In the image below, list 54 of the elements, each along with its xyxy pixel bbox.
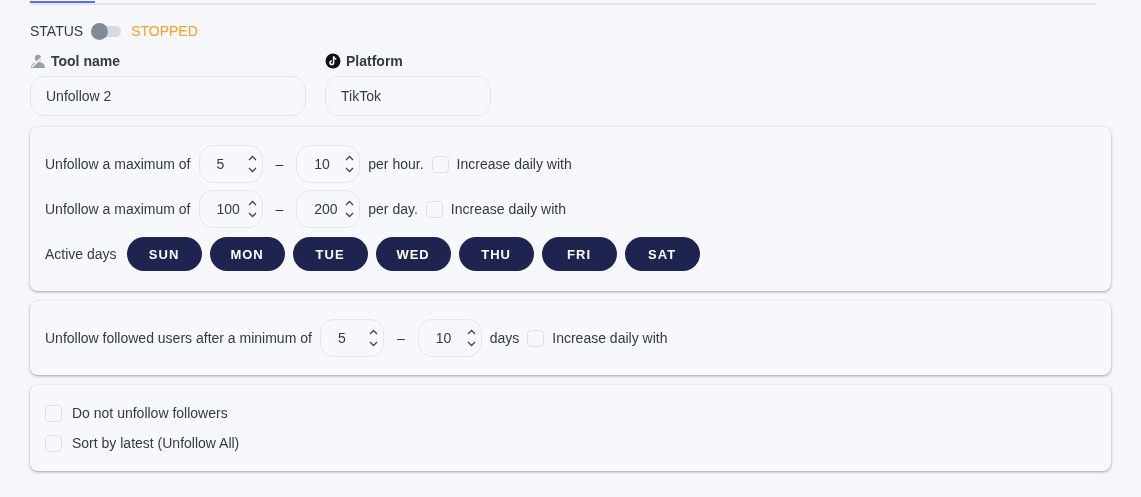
chevron-down-icon xyxy=(345,212,355,218)
number-field[interactable]: 200 xyxy=(296,190,361,228)
row-label: Unfollow a maximum of xyxy=(45,201,191,217)
field-label: Platform xyxy=(346,53,403,69)
text-field[interactable]: TikTok xyxy=(325,76,491,116)
row-label: Unfollow followed users after a minimum of xyxy=(45,330,312,346)
number-field[interactable]: 5 xyxy=(198,145,263,183)
tab-indicator xyxy=(30,1,95,3)
number-field[interactable]: 5 xyxy=(319,319,384,357)
day-toggle[interactable]: SAT xyxy=(624,237,700,271)
checkbox-label: Increase daily with xyxy=(552,330,668,346)
day-toggle[interactable]: WED xyxy=(375,237,451,271)
day-toggle[interactable]: FRI xyxy=(541,237,617,271)
day-toggle[interactable]: THU xyxy=(458,237,534,271)
checkbox-label: Do not unfollow followers xyxy=(72,405,228,421)
row-label: Unfollow a maximum of xyxy=(45,156,191,172)
number-field[interactable]: 10 xyxy=(296,145,361,183)
chevron-up-icon xyxy=(466,329,476,335)
checkbox[interactable] xyxy=(431,155,449,173)
unit-label: per hour. xyxy=(368,156,424,172)
status-text: STOPPED xyxy=(131,23,198,39)
checkbox[interactable] xyxy=(527,329,545,347)
chevron-down-icon xyxy=(247,212,257,218)
checkbox[interactable] xyxy=(45,434,62,452)
checkbox[interactable] xyxy=(425,200,443,218)
row-label: Active days xyxy=(45,246,117,262)
chevron-down-icon xyxy=(345,167,355,173)
chevron-up-icon xyxy=(345,200,355,206)
unit-label: days xyxy=(489,330,520,346)
day-toggle[interactable]: MON xyxy=(209,237,285,271)
checkbox-label: Increase daily with xyxy=(450,201,566,217)
music-note-icon xyxy=(325,53,341,69)
chevron-up-icon xyxy=(247,200,257,206)
checkbox-label: Increase daily with xyxy=(456,156,572,172)
number-field[interactable]: 10 xyxy=(417,319,482,357)
day-toggle[interactable]: SUN xyxy=(126,237,202,271)
chevron-up-icon xyxy=(368,329,378,335)
range-separator: – xyxy=(396,330,405,346)
range-separator: – xyxy=(275,201,284,217)
range-separator: – xyxy=(275,156,284,172)
checkbox-label: Sort by latest (Unfollow All) xyxy=(72,435,240,451)
status-label: STATUS xyxy=(30,23,84,39)
text-field[interactable]: Unfollow 2 xyxy=(30,76,306,116)
unit-label: per day. xyxy=(368,201,418,217)
chevron-down-icon xyxy=(247,167,257,173)
number-field[interactable]: 100 xyxy=(198,190,263,228)
checkbox[interactable] xyxy=(45,404,62,422)
chevron-up-icon xyxy=(247,155,257,161)
user-icon xyxy=(30,53,46,69)
chevron-down-icon xyxy=(368,341,378,347)
field-label: Tool name xyxy=(51,53,120,69)
chevron-down-icon xyxy=(466,341,476,347)
chevron-up-icon xyxy=(345,155,355,161)
day-toggle[interactable]: TUE xyxy=(292,237,368,271)
